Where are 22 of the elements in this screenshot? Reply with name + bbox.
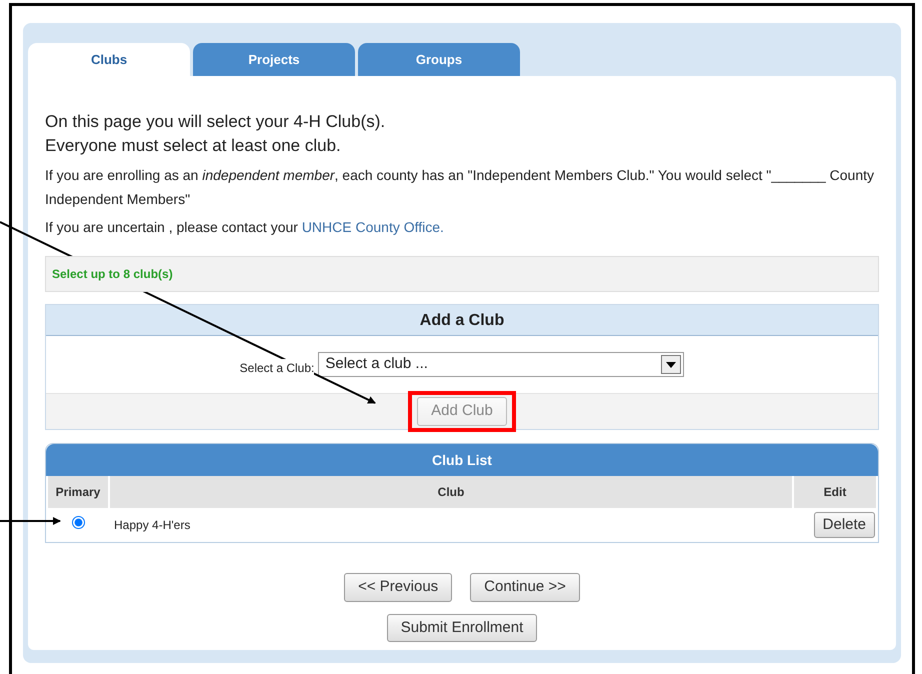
heading-text: On this page you will select your 4-H Club(s). bbox=[45, 111, 386, 133]
column-header: Primary bbox=[48, 476, 108, 508]
county-office-link[interactable]: UNHCE County Office. bbox=[302, 219, 444, 235]
limit-note: Select up to 8 club(s) bbox=[45, 256, 879, 292]
tab[interactable]: Groups bbox=[358, 43, 520, 76]
submit-button[interactable]: Submit Enrollment bbox=[386, 614, 538, 642]
select-value: Select a club ... bbox=[325, 354, 428, 374]
intro-text: If you are enrolling as an independent member, each county has an "Independent Members Club." You would select "_______ County Independent Members" bbox=[45, 166, 876, 209]
panel-title: Club List bbox=[46, 444, 878, 476]
tab[interactable]: Projects bbox=[193, 43, 355, 76]
club-select[interactable]: Select a club ... bbox=[318, 352, 684, 377]
heading-text: Everyone must select at least one club. bbox=[45, 135, 342, 157]
column-header: Club bbox=[110, 476, 792, 508]
delete-button[interactable]: Delete bbox=[814, 512, 875, 538]
club-name: Happy 4-H'ers bbox=[114, 518, 190, 532]
contact-text: If you are uncertain , please contact your UNHCE County Office. bbox=[45, 218, 445, 237]
nav-button[interactable]: << Previous bbox=[344, 573, 452, 602]
column-header: Edit bbox=[794, 476, 876, 508]
panel-title: Add a Club bbox=[46, 305, 878, 336]
tab[interactable]: Clubs bbox=[28, 43, 190, 77]
select-label: Select a Club: bbox=[240, 358, 314, 376]
nav-button[interactable]: Continue >> bbox=[470, 573, 580, 602]
